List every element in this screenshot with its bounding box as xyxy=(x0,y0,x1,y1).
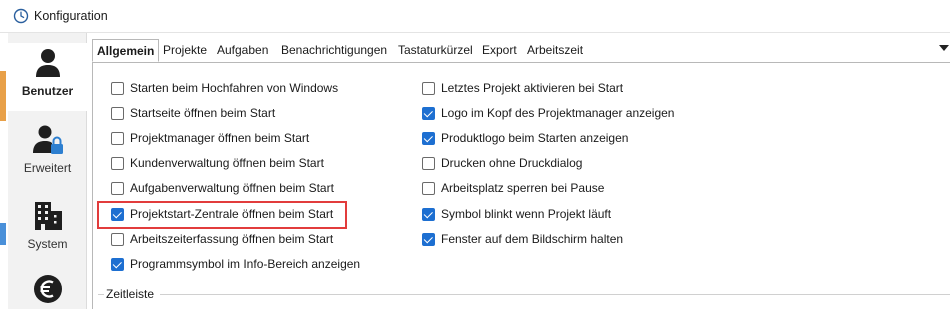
tab-aufgaben[interactable]: Aufgaben xyxy=(213,39,272,62)
checkbox-checked[interactable] xyxy=(422,131,435,145)
option-logo-im-kopf[interactable]: Logo im Kopf des Projektmanager anzeigen xyxy=(422,104,674,122)
building-icon xyxy=(34,202,62,230)
title-separator xyxy=(0,32,950,33)
checkbox[interactable] xyxy=(422,181,435,195)
checkbox[interactable] xyxy=(111,131,124,145)
tab-projekte[interactable]: Projekte xyxy=(159,39,211,62)
checkbox-checked[interactable] xyxy=(422,232,435,246)
checkbox[interactable] xyxy=(111,181,124,195)
option-produktlogo-anzeigen[interactable]: Produktlogo beim Starten anzeigen xyxy=(422,129,628,147)
checkbox-checked[interactable] xyxy=(422,207,435,221)
checkbox-checked[interactable] xyxy=(422,106,435,120)
group-separator xyxy=(98,294,104,295)
group-separator xyxy=(160,294,950,295)
background-window-edge xyxy=(0,33,8,309)
option-symbol-blinkt[interactable]: Symbol blinkt wenn Projekt läuft xyxy=(422,205,611,223)
option-drucken-ohne-dialog[interactable]: Drucken ohne Druckdialog xyxy=(422,154,582,172)
configuration-window: Konfiguration Benutzer Erweitert System … xyxy=(0,0,950,309)
sidebar-item-finance[interactable] xyxy=(8,271,87,309)
sidebar-item-benutzer[interactable]: Benutzer xyxy=(8,43,87,111)
user-lock-icon xyxy=(32,125,63,154)
tab-overflow-arrow-icon[interactable] xyxy=(939,45,949,51)
checkbox[interactable] xyxy=(111,106,124,120)
checkbox[interactable] xyxy=(422,156,435,170)
user-icon xyxy=(35,49,60,77)
checkbox[interactable] xyxy=(111,81,124,95)
clock-icon xyxy=(13,8,29,24)
sidebar-item-label: Benutzer xyxy=(21,84,74,98)
option-kundenverwaltung-oeffnen[interactable]: Kundenverwaltung öffnen beim Start xyxy=(111,154,324,172)
option-arbeitszeiterfassung-oeffnen[interactable]: Arbeitszeiterfassung öffnen beim Start xyxy=(111,230,333,248)
tab-export[interactable]: Export xyxy=(478,39,521,62)
tab-allgemein[interactable]: Allgemein xyxy=(92,39,160,62)
tab-benachrichtigungen[interactable]: Benachrichtigungen xyxy=(277,39,391,62)
tab-bar: Allgemein Projekte Aufgaben Benachrichti… xyxy=(92,39,950,63)
option-arbeitsplatz-sperren[interactable]: Arbeitsplatz sperren bei Pause xyxy=(422,179,604,197)
tab-tastaturkuerzel[interactable]: Tastaturkürzel xyxy=(394,39,477,62)
option-startseite-oeffnen[interactable]: Startseite öffnen beim Start xyxy=(111,104,275,122)
option-aufgabenverwaltung-oeffnen[interactable]: Aufgabenverwaltung öffnen beim Start xyxy=(111,179,334,197)
option-projektmanager-oeffnen[interactable]: Projektmanager öffnen beim Start xyxy=(111,129,309,147)
euro-icon xyxy=(33,275,62,303)
option-programmsymbol-info-bereich[interactable]: Programmsymbol im Info-Bereich anzeigen xyxy=(111,255,360,273)
checkbox[interactable] xyxy=(111,156,124,170)
highlight-box xyxy=(97,201,347,229)
checkbox[interactable] xyxy=(422,81,435,95)
background-accent-orange xyxy=(0,71,6,121)
option-starten-beim-hochfahren[interactable]: Starten beim Hochfahren von Windows xyxy=(111,79,338,97)
sidebar-item-erweitert[interactable]: Erweitert xyxy=(8,121,87,187)
tab-arbeitszeit[interactable]: Arbeitszeit xyxy=(523,39,587,62)
option-fenster-halten[interactable]: Fenster auf dem Bildschirm halten xyxy=(422,230,623,248)
window-title: Konfiguration xyxy=(34,9,108,23)
option-letztes-projekt-aktivieren[interactable]: Letztes Projekt aktivieren bei Start xyxy=(422,79,623,97)
checkbox[interactable] xyxy=(111,232,124,246)
sidebar-item-label: System xyxy=(27,237,68,251)
background-accent-blue xyxy=(0,223,6,245)
checkbox-checked[interactable] xyxy=(111,257,124,271)
sidebar: Benutzer Erweitert System xyxy=(8,33,87,309)
sidebar-item-system[interactable]: System xyxy=(8,197,87,263)
title-bar: Konfiguration xyxy=(0,0,950,32)
group-label-zeitleiste: Zeitleiste xyxy=(106,287,155,301)
sidebar-item-label: Erweitert xyxy=(23,161,72,175)
